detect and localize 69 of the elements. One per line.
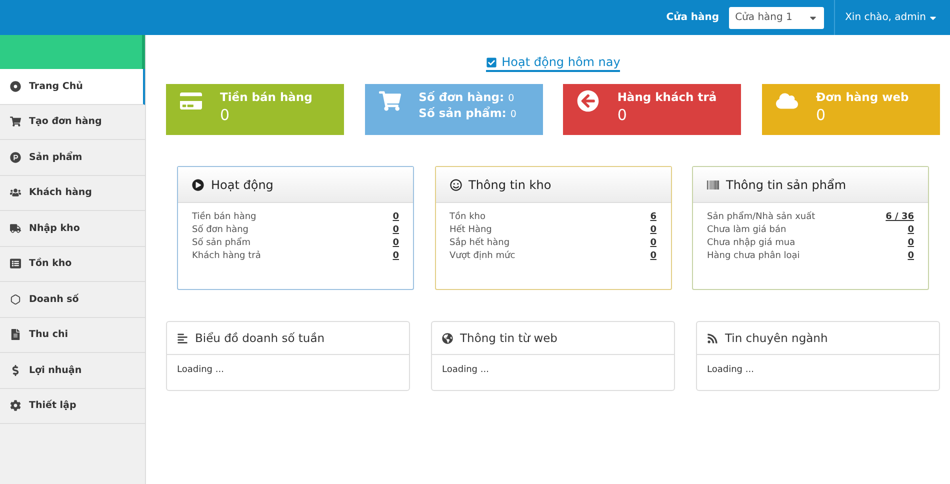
- stat-value: 0: [220, 106, 231, 124]
- dollar-icon: [10, 364, 21, 376]
- stat-value: 0: [816, 106, 827, 124]
- left-arrow-icon: [577, 90, 600, 112]
- sidebar-item[interactable]: Tồn kho: [0, 246, 145, 282]
- document-icon: [10, 329, 21, 340]
- barcode-icon: [707, 178, 719, 190]
- sidebar-item[interactable]: Thiết lập: [0, 388, 145, 424]
- row-label: Hết Hàng: [450, 225, 492, 235]
- stat-label: Hàng khách trả: [617, 90, 717, 104]
- lines-icon: [177, 332, 188, 344]
- stat-value: 0: [617, 106, 628, 124]
- stat-label: Số đơn hàng: 0: [418, 90, 516, 104]
- smiley-icon: [450, 178, 462, 190]
- widget-title: Tin chuyên ngành: [725, 331, 828, 345]
- row-value-link[interactable]: 0: [908, 238, 914, 248]
- row-value-link[interactable]: 0: [908, 251, 914, 261]
- credit-card-icon: [180, 90, 202, 112]
- today-toggle[interactable]: Hoạt động hôm nay: [486, 55, 620, 72]
- panel-title-text: Thông tin sản phẩm: [726, 178, 846, 192]
- loading-text: Loading ...: [442, 365, 489, 375]
- row-value-link[interactable]: 6: [650, 212, 656, 222]
- list-icon: [10, 258, 21, 270]
- panel-title-text: Thông tin kho: [468, 178, 552, 192]
- loading-text: Loading ...: [177, 365, 224, 375]
- row-value-link[interactable]: 0: [650, 251, 656, 261]
- globe-icon: [442, 332, 453, 344]
- truck-icon: [10, 222, 21, 234]
- row-label: Chưa làm giá bán: [707, 225, 786, 235]
- row-label: Chưa nhập giá mua: [707, 238, 796, 248]
- sidebar-item[interactable]: Tạo đơn hàng: [0, 104, 145, 140]
- row-label: Sản phẩm/Nhà sản xuất: [707, 212, 816, 222]
- store-label: Cửa hàng: [666, 12, 720, 23]
- row-label: Tồn kho: [450, 212, 486, 222]
- settings-icon: [10, 400, 21, 412]
- row-value-link[interactable]: 0: [392, 225, 399, 235]
- stat-label: Tiền bán hàng: [220, 90, 312, 104]
- sidebar-item[interactable]: Khách hàng: [0, 176, 145, 211]
- row-value-link[interactable]: 6 / 36: [886, 212, 914, 222]
- store-select[interactable]: Cửa hàng 1: [729, 6, 824, 28]
- row-value-link[interactable]: 0: [908, 225, 914, 235]
- row-label: Số sản phẩm: [192, 238, 251, 248]
- row-value-link[interactable]: 0: [392, 251, 399, 261]
- widget-title: Biểu đồ doanh số tuần: [195, 331, 325, 345]
- people-icon: [10, 187, 21, 198]
- play-icon: [192, 178, 204, 190]
- row-label: Sắp hết hàng: [450, 238, 510, 248]
- sidebar-item[interactable]: Thu chi: [0, 318, 145, 353]
- loading-text: Loading ...: [707, 365, 754, 375]
- row-value-link[interactable]: 0: [650, 238, 656, 248]
- row-label: Tiền bán hàng: [192, 212, 256, 222]
- row-label: Khách hàng trả: [192, 251, 261, 261]
- rss-icon: [707, 332, 718, 344]
- row-value-link[interactable]: 0: [392, 212, 399, 222]
- row-value-link[interactable]: 0: [392, 238, 399, 248]
- sidebar-item[interactable]: Trang Chủ: [0, 69, 145, 104]
- row-label: Hàng chưa phân loại: [707, 251, 800, 261]
- hexagon-icon: [10, 294, 21, 305]
- row-label: Số đơn hàng: [192, 225, 249, 235]
- row-value-link[interactable]: 0: [650, 225, 656, 235]
- cart-icon: [10, 116, 21, 128]
- widget-title: Thông tin từ web: [460, 331, 558, 345]
- row-label: Vượt định mức: [450, 251, 516, 261]
- stat-label: Đơn hàng web: [816, 90, 909, 104]
- stat-label: Số sản phẩm: 0: [418, 106, 516, 120]
- user-menu[interactable]: Xin chào, admin: [834, 0, 938, 35]
- cart-icon: [378, 90, 401, 112]
- panel-title-text: Hoạt động: [211, 178, 274, 192]
- p-letter-icon: [10, 152, 21, 163]
